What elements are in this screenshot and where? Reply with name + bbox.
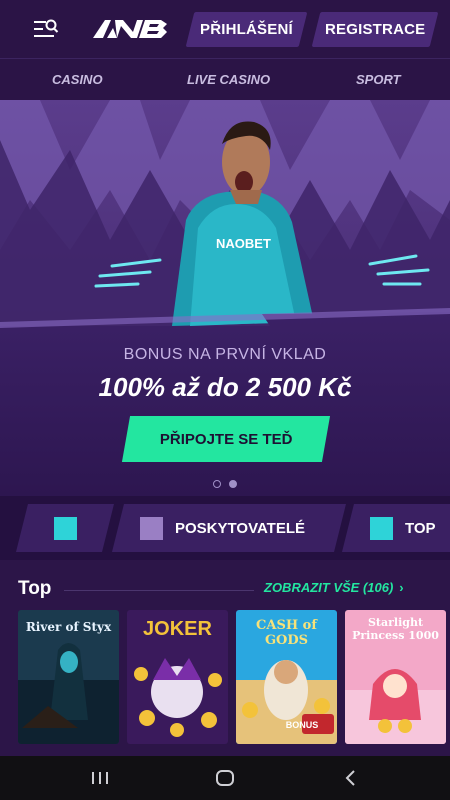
game-tile[interactable]: JOKER <box>127 610 228 744</box>
square-icon <box>370 516 393 540</box>
bonus-badge: BONUS <box>285 720 319 730</box>
category-providers[interactable]: POSKYTOVATELÉ <box>112 504 346 552</box>
header: PŘIHLÁŠENÍ REGISTRACE <box>0 0 450 58</box>
category-providers-label: POSKYTOVATELÉ <box>175 519 306 537</box>
divider <box>64 590 254 591</box>
nav-casino[interactable]: CASINO <box>52 72 103 87</box>
shirt-logo: NAOBET <box>216 236 271 251</box>
game-name: JOKER <box>143 618 212 640</box>
carousel-dot-2[interactable] <box>229 480 237 488</box>
category-top-label: TOP <box>405 519 436 537</box>
game-name: CASH of GODS <box>256 618 317 648</box>
carousel-dots <box>213 480 237 488</box>
game-name: River of Styx <box>25 620 112 634</box>
home-icon[interactable] <box>210 766 240 790</box>
game-tile[interactable]: River of Styx <box>18 610 119 744</box>
game-tile[interactable]: Starlight Princess 1000 <box>345 610 446 744</box>
main-nav: CASINO LIVE CASINO SPORT <box>0 58 450 100</box>
bonus-title: 100% až do 2 500 Kč <box>98 372 352 402</box>
bonus-subtitle: BONUS NA PRVNÍ VKLAD <box>123 346 327 363</box>
top-games-section: Top ZOBRAZIT VŠE (106) › River of Styx J… <box>0 560 450 756</box>
section-title: Top <box>18 578 52 599</box>
nav-sport[interactable]: SPORT <box>356 72 401 87</box>
back-icon[interactable] <box>336 766 366 790</box>
category-strip: POSKYTOVATELÉ TOP <box>0 496 450 560</box>
chevron-right-icon: › <box>399 580 404 595</box>
login-label: PŘIHLÁŠENÍ <box>200 21 293 38</box>
category-top[interactable]: TOP <box>342 504 450 552</box>
game-tile[interactable]: CASH of GODS BONUS <box>236 610 337 744</box>
view-all-label: ZOBRAZIT VŠE (106) <box>264 580 394 595</box>
system-navigation-bar <box>0 756 450 800</box>
search-menu-icon[interactable] <box>33 18 59 40</box>
carousel-dot-1[interactable] <box>213 480 221 488</box>
join-now-label: PŘIPOJTE SE TEĎ <box>159 430 293 448</box>
login-button[interactable]: PŘIHLÁŠENÍ <box>185 12 308 47</box>
recent-apps-icon[interactable] <box>85 766 115 790</box>
game-name: Starlight Princess 1000 <box>352 616 439 642</box>
register-label: REGISTRACE <box>324 21 426 38</box>
register-button[interactable]: REGISTRACE <box>311 12 439 47</box>
category-favorites[interactable] <box>16 504 114 552</box>
square-icon <box>140 516 163 540</box>
join-now-button[interactable]: PŘIPOJTE SE TEĎ <box>121 416 331 462</box>
casino-page: PŘIHLÁŠENÍ REGISTRACE CASINO LIVE CASINO… <box>0 0 450 800</box>
square-icon <box>53 516 77 540</box>
nav-live-casino[interactable]: LIVE CASINO <box>187 72 270 87</box>
view-all-link[interactable]: ZOBRAZIT VŠE (106) › <box>264 580 404 595</box>
logo[interactable] <box>93 18 169 40</box>
